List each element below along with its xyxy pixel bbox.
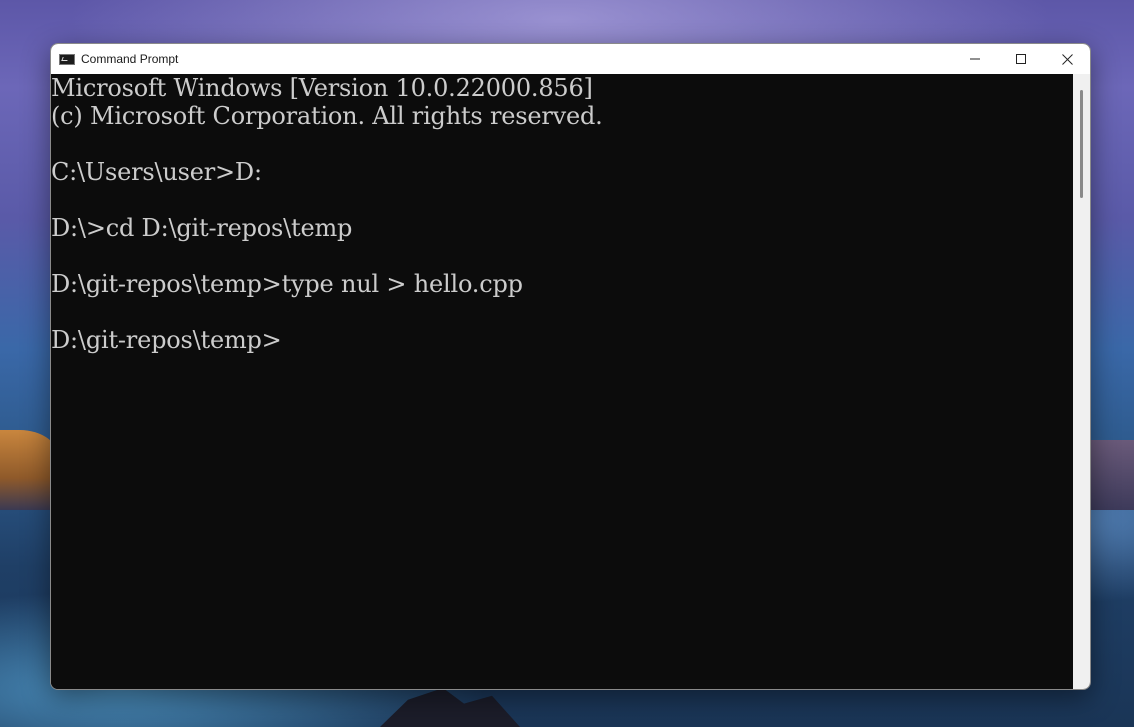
maximize-button[interactable] <box>998 44 1044 74</box>
console-output[interactable]: Microsoft Windows [Version 10.0.22000.85… <box>51 74 1072 689</box>
close-icon <box>1061 53 1073 65</box>
console-line: (c) Microsoft Corporation. All rights re… <box>51 102 603 130</box>
command-prompt-window: Command Prompt Microsoft Windows [Versio… <box>50 43 1091 690</box>
desktop-wallpaper-hill-right <box>1084 440 1134 510</box>
console-line: Microsoft Windows [Version 10.0.22000.85… <box>51 74 593 102</box>
maximize-icon <box>1016 54 1026 64</box>
minimize-icon <box>970 54 980 64</box>
console-line: D:\git-repos\temp>type nul > hello.cpp <box>51 270 523 298</box>
window-title: Command Prompt <box>81 52 179 66</box>
desktop-wallpaper-silhouette <box>380 688 520 727</box>
console-prompt-line[interactable]: D:\git-repos\temp> <box>51 326 1072 354</box>
console-line: C:\Users\user>D: <box>51 158 262 186</box>
close-button[interactable] <box>1044 44 1090 74</box>
caption-buttons <box>952 44 1090 74</box>
scrollbar-thumb[interactable] <box>1080 90 1083 198</box>
console-line: D:\>cd D:\git-repos\temp <box>51 214 353 242</box>
minimize-button[interactable] <box>952 44 998 74</box>
title-bar[interactable]: Command Prompt <box>51 44 1090 74</box>
command-prompt-icon[interactable] <box>59 53 75 65</box>
vertical-scrollbar[interactable] <box>1073 74 1090 689</box>
